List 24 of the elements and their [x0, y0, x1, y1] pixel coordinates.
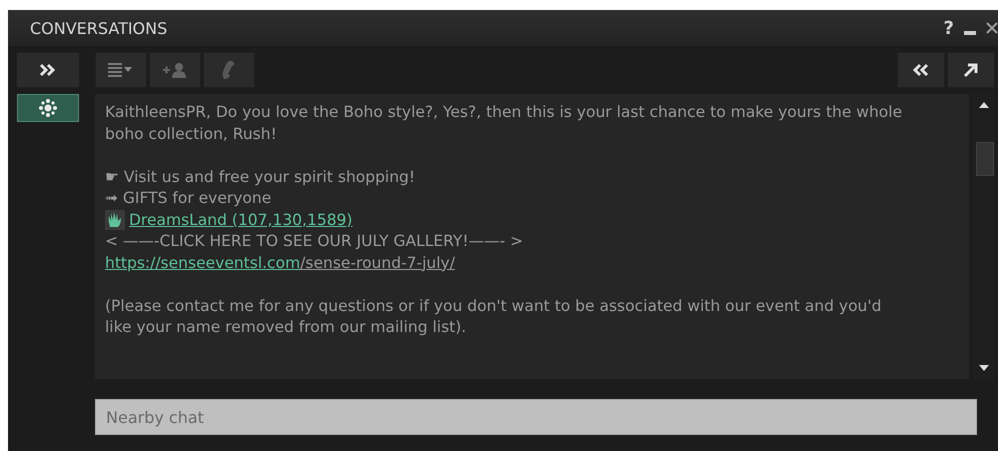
add-person-button[interactable] — [149, 52, 201, 88]
chat-text: KaithleensPR, Do you love the Boho style?, Yes?, then this is your last chance to make yours the whole boho collection, Rush! — [105, 103, 902, 142]
location-link[interactable]: DreamsLand (107,130,1589) — [129, 210, 352, 231]
window-title: CONVERSATIONS — [30, 18, 168, 38]
chat-text: < ——-CLICK HERE TO SEE OUR JULY GALLERY!——- > — [105, 232, 524, 250]
chat-text: (Please contact me for any questions or if you don't want to be associated with our event and you'd like your name removed from our mailing list). — [105, 296, 882, 336]
url-link[interactable]: https://senseeventsl.com — [105, 254, 300, 272]
options-menu-button[interactable] — [95, 52, 147, 88]
url-path[interactable]: /sense-round-7-july/ — [300, 254, 455, 272]
list-caret-icon — [108, 63, 134, 77]
chat-text: ☛ Visit us and free your spirit shopping! — [105, 168, 416, 186]
conversation-item[interactable] — [17, 94, 79, 122]
expand-button[interactable] — [16, 52, 80, 88]
scroll-thumb[interactable] — [976, 142, 994, 176]
double-chevron-right-icon — [39, 63, 57, 77]
help-button[interactable]: ? — [944, 18, 954, 38]
chat-text: ➟ GIFTS for everyone — [105, 189, 272, 207]
dots-icon — [38, 99, 58, 117]
chat-input[interactable]: Nearby chat — [95, 399, 977, 435]
close-icon[interactable] — [986, 21, 998, 35]
double-chevron-left-icon — [912, 63, 930, 77]
collapse-button[interactable] — [897, 52, 945, 88]
diagonal-arrow-icon — [963, 62, 979, 78]
tear-off-button[interactable] — [947, 52, 995, 88]
